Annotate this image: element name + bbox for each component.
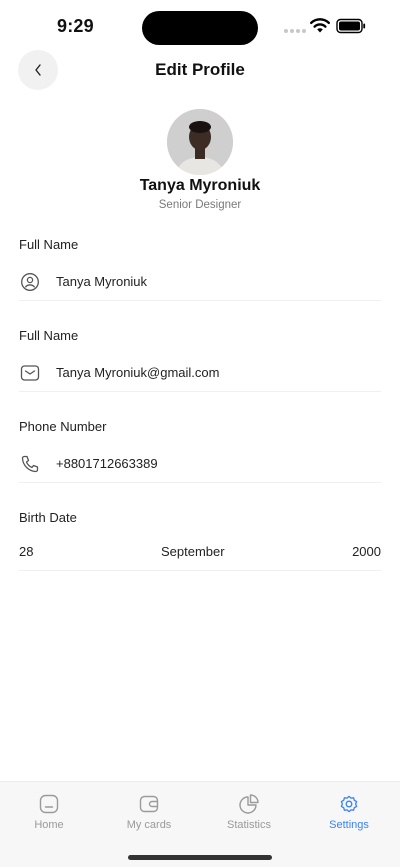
gear-icon — [340, 795, 358, 813]
home-icon — [39, 794, 59, 814]
tab-home-label: Home — [34, 819, 64, 831]
birth-date-label: Birth Date — [19, 510, 77, 525]
status-bar: 9:29 — [0, 0, 400, 54]
phone-value: +8801712663389 — [56, 456, 158, 471]
avatar[interactable] — [167, 109, 233, 175]
email-input[interactable]: Tanya Myroniuk@gmail.com — [19, 354, 381, 392]
birth-day[interactable]: 28 — [19, 544, 33, 559]
signal-icon — [284, 29, 306, 33]
tab-statistics[interactable]: Statistics — [209, 793, 289, 831]
tab-settings-label: Settings — [329, 819, 369, 831]
full-name-value: Tanya Myroniuk — [56, 274, 148, 289]
full-name-input[interactable]: Tanya Myroniuk — [19, 263, 381, 301]
mail-icon — [19, 362, 41, 384]
battery-icon — [336, 18, 366, 34]
phone-label: Phone Number — [19, 419, 107, 434]
profile-name: Tanya Myroniuk — [139, 177, 261, 194]
pie-chart-icon — [239, 794, 259, 814]
home-indicator[interactable] — [128, 855, 272, 860]
email-field: Full Name Tanya Myroniuk@gmail.com — [19, 327, 381, 392]
dynamic-island — [142, 11, 258, 45]
email-value: Tanya Myroniuk@gmail.com — [56, 365, 220, 380]
status-time: 9:29 — [57, 16, 94, 36]
phone-field: Phone Number +8801712663389 — [19, 418, 381, 483]
phone-icon — [19, 453, 41, 475]
full-name-label: Full Name — [19, 237, 79, 252]
birth-date-field: Birth Date 28 September 2000 — [19, 509, 381, 571]
birth-date-picker[interactable]: 28 September 2000 — [19, 533, 381, 571]
user-circle-icon — [19, 271, 41, 293]
full-name-field: Full Name Tanya Myroniuk — [19, 236, 381, 301]
phone-input[interactable]: +8801712663389 — [19, 445, 381, 483]
tab-my-cards[interactable]: My cards — [109, 793, 189, 831]
tab-statistics-label: Statistics — [226, 819, 271, 831]
tab-home[interactable]: Home — [9, 793, 89, 831]
tab-settings[interactable]: Settings — [309, 793, 389, 831]
birth-year[interactable]: 2000 — [352, 544, 381, 559]
avatar-image — [167, 109, 233, 175]
birth-month[interactable]: September — [161, 544, 225, 559]
wallet-icon — [139, 795, 159, 813]
email-label: Full Name — [19, 328, 79, 343]
profile-role: Senior Designer — [158, 199, 242, 211]
tab-my-cards-label: My cards — [126, 819, 172, 831]
page-title: Edit Profile — [155, 60, 245, 79]
wifi-icon — [310, 18, 330, 33]
